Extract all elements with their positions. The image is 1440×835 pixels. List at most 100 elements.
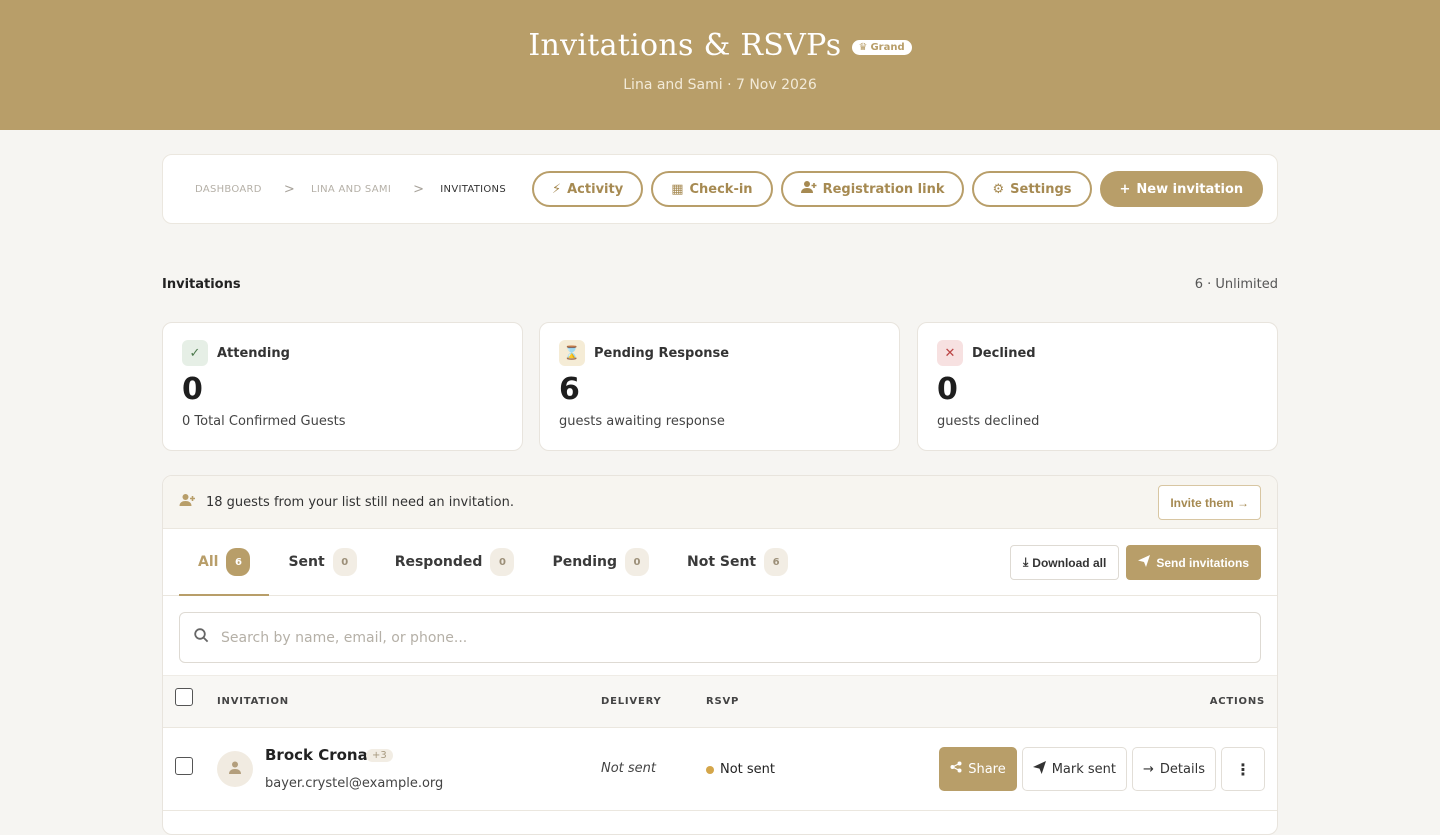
tab-label: Sent — [288, 554, 325, 570]
plan-badge-label: Grand — [870, 42, 905, 53]
row-actions: Share Mark sent → Details ⋮ — [939, 747, 1265, 791]
rsvp-status-label: Not sent — [720, 762, 776, 777]
guest-email: bayer.crystel@example.org — [265, 776, 444, 791]
tab-count-badge: 6 — [226, 548, 251, 576]
top-toolbar: DASHBOARD > LINA AND SAMI > INVITATIONS … — [162, 154, 1278, 224]
invitation-count: 6 · Unlimited — [1194, 277, 1278, 292]
checkin-button-label: Check-in — [689, 181, 753, 197]
select-all-checkbox[interactable] — [175, 688, 193, 706]
tab-count-badge: 0 — [332, 548, 357, 576]
breadcrumb-separator: > — [283, 181, 296, 197]
send-invitations-button[interactable]: Send invitations — [1126, 545, 1261, 580]
stat-description: guests declined — [937, 414, 1040, 429]
search-icon — [194, 628, 209, 647]
invite-them-button[interactable]: Invite them → — [1158, 485, 1261, 520]
tab-label: Responded — [394, 554, 483, 570]
tab-count-badge: 6 — [764, 548, 789, 576]
tab-pending[interactable]: Pending 0 — [533, 529, 668, 595]
section-title: Invitations — [162, 277, 241, 292]
stat-label: Declined — [972, 345, 1036, 361]
send-icon — [1032, 760, 1046, 778]
stat-value: 0 — [937, 372, 958, 407]
breadcrumb-separator: > — [413, 181, 425, 197]
tab-all[interactable]: All 6 — [179, 529, 270, 596]
new-invitation-button[interactable]: + New invitation — [1099, 171, 1264, 207]
rsvp-status: Not sent — [706, 762, 775, 777]
share-icon — [950, 761, 962, 777]
stat-value: 0 — [182, 372, 203, 407]
send-icon — [1138, 555, 1151, 570]
column-header-rsvp: RSVP — [706, 696, 740, 707]
details-button[interactable]: → Details — [1132, 747, 1216, 791]
mark-sent-button[interactable]: Mark sent — [1021, 747, 1128, 791]
column-header-invitation: INVITATION — [217, 696, 289, 707]
user-plus-icon — [800, 180, 817, 198]
tab-count-badge: 0 — [624, 548, 649, 576]
stat-description: guests awaiting response — [559, 414, 725, 429]
hero-title-row: Invitations & RSVPs ♛ Grand — [0, 28, 1440, 63]
plan-badge: ♛ Grand — [851, 40, 912, 55]
tab-not-sent[interactable]: Not Sent 6 — [668, 529, 807, 595]
qr-code-icon: ▦ — [671, 181, 684, 197]
send-invitations-label: Send invitations — [1156, 555, 1249, 570]
tab-label: All — [198, 554, 219, 570]
registration-link-button[interactable]: Registration link — [780, 171, 965, 207]
search-input[interactable] — [221, 629, 1221, 646]
uninvited-notice: 18 guests from your list still need an i… — [163, 476, 1277, 529]
user-icon — [229, 761, 241, 778]
tab-label: Pending — [552, 554, 617, 570]
event-subtitle: Lina and Sami · 7 Nov 2026 — [623, 77, 817, 93]
new-invitation-label: New invitation — [1136, 181, 1244, 197]
download-all-button[interactable]: ⤓ Download all — [1009, 545, 1120, 580]
stat-card-attending: ✓ Attending 0 0 Total Confirmed Guests — [162, 322, 523, 451]
search-area — [163, 596, 1277, 675]
user-plus-icon — [179, 493, 196, 511]
more-options-button[interactable]: ⋮ — [1221, 747, 1265, 791]
breadcrumb-dashboard[interactable]: DASHBOARD — [195, 184, 262, 195]
bolt-icon: ⚡ — [551, 181, 562, 197]
stat-value: 6 — [559, 372, 580, 407]
notice-text: 18 guests from your list still need an i… — [206, 494, 514, 510]
tab-actions: ⤓ Download all Send invitations — [1009, 545, 1261, 580]
mark-sent-label: Mark sent — [1051, 761, 1117, 777]
delivery-status: Not sent — [601, 761, 657, 776]
status-dot — [706, 765, 714, 774]
table-row: Brock Crona +3 bayer.crystel@example.org… — [163, 728, 1277, 811]
activity-button[interactable]: ⚡ Activity — [531, 171, 644, 207]
x-icon: ✕ — [937, 340, 963, 366]
gear-icon: ⚙ — [992, 181, 1005, 197]
share-button[interactable]: Share — [939, 747, 1017, 791]
tab-count-badge: 0 — [490, 548, 515, 576]
check-icon: ✓ — [182, 340, 208, 366]
settings-button-label: Settings — [1010, 181, 1072, 197]
plus-guests-badge: +3 — [366, 749, 393, 762]
checkin-button[interactable]: ▦ Check-in — [651, 171, 773, 207]
registration-link-label: Registration link — [822, 181, 945, 197]
download-icon: ⤓ — [1022, 555, 1029, 569]
search-box — [179, 612, 1261, 663]
tab-sent[interactable]: Sent 0 — [269, 529, 375, 595]
stat-card-declined: ✕ Declined 0 guests declined — [917, 322, 1278, 451]
arrow-right-icon: → — [1143, 761, 1154, 777]
stat-label: Pending Response — [594, 345, 730, 361]
tab-label: Not Sent — [686, 554, 757, 570]
column-header-delivery: DELIVERY — [601, 696, 662, 707]
breadcrumb-event[interactable]: LINA AND SAMI — [311, 184, 391, 195]
stat-card-pending: ⌛ Pending Response 6 guests awaiting res… — [539, 322, 900, 451]
avatar — [217, 751, 253, 787]
row-checkbox[interactable] — [175, 757, 193, 775]
invitations-panel: 18 guests from your list still need an i… — [162, 475, 1278, 835]
guest-name[interactable]: Brock Crona — [265, 746, 368, 764]
crown-icon: ♛ — [858, 42, 868, 53]
details-label: Details — [1159, 761, 1205, 777]
share-label: Share — [968, 761, 1006, 777]
column-header-actions: ACTIONS — [1209, 696, 1265, 707]
tab-responded[interactable]: Responded 0 — [376, 529, 534, 595]
hourglass-icon: ⌛ — [559, 340, 585, 366]
download-all-label: Download all — [1032, 555, 1107, 570]
breadcrumb-current: INVITATIONS — [440, 183, 506, 195]
settings-button[interactable]: ⚙ Settings — [972, 171, 1092, 207]
page-header: Invitations & RSVPs ♛ Grand Lina and Sam… — [0, 0, 1440, 130]
plus-icon: + — [1119, 181, 1131, 197]
table-header: INVITATION DELIVERY RSVP ACTIONS — [163, 675, 1277, 728]
